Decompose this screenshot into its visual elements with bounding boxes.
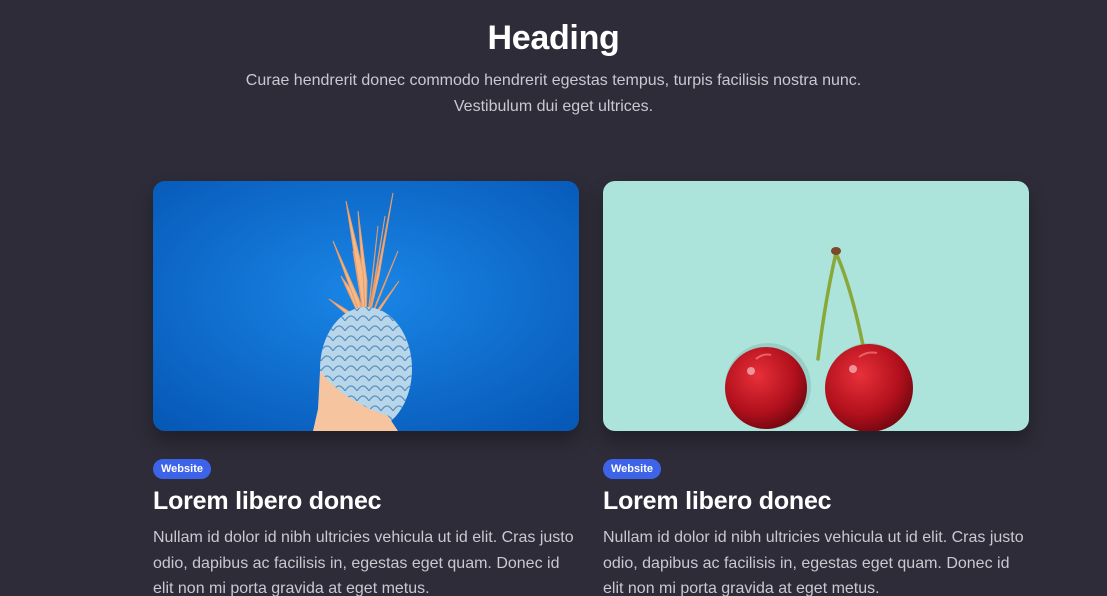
section-header: Heading Curae hendrerit donec commodo he…: [0, 18, 1107, 120]
page-title: Heading: [487, 19, 620, 57]
pineapple-photo-icon: [153, 181, 579, 431]
card-title[interactable]: Lorem libero donec: [603, 485, 1029, 517]
pineapple-image[interactable]: [153, 181, 579, 431]
category-badge[interactable]: Website: [153, 459, 211, 479]
card-description: Nullam id dolor id nibh ultricies vehicu…: [603, 529, 1024, 596]
blog-card-2[interactable]: Website Lorem libero donec Nullam id dol…: [603, 181, 1029, 596]
card-title[interactable]: Lorem libero donec: [153, 485, 579, 517]
card-description: Nullam id dolor id nibh ultricies vehicu…: [153, 529, 574, 596]
page-subtitle: Curae hendrerit donec commodo hendrerit …: [245, 72, 862, 115]
category-badge[interactable]: Website: [603, 459, 661, 479]
cherries-image[interactable]: [603, 181, 1029, 431]
blog-card-1[interactable]: Website Lorem libero donec Nullam id dol…: [153, 181, 579, 596]
cherries-photo-icon: [603, 181, 1029, 431]
